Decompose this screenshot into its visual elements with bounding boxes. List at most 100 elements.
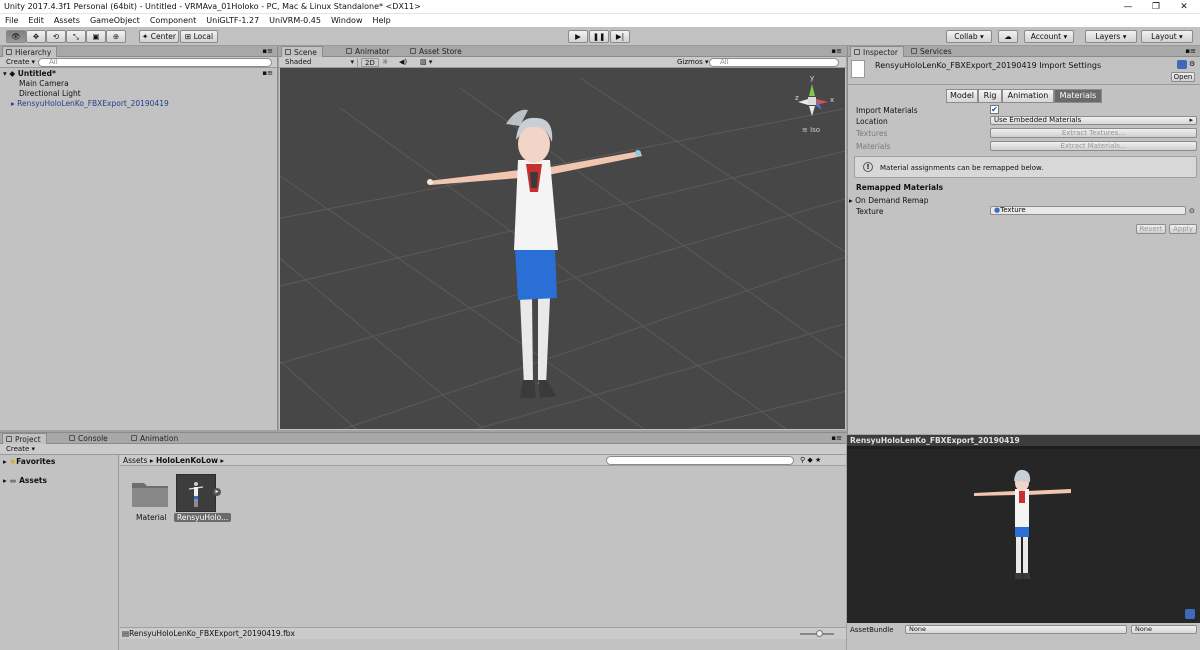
move-tool-button[interactable]: ✥ xyxy=(26,30,46,43)
model-name: RensyuHoloLenKo_FBXExport_20190419 xyxy=(17,99,169,108)
hierarchy-item-main-camera[interactable]: Main Camera xyxy=(19,79,69,88)
lighting-toggle[interactable]: ☼ xyxy=(379,58,391,67)
collab-button[interactable]: Collab ▾ xyxy=(946,30,992,43)
cloud-button[interactable]: ☁ xyxy=(998,30,1018,43)
asset-label-icon[interactable] xyxy=(1185,609,1195,619)
location-dropdown[interactable]: Use Embedded Materials ▸ xyxy=(990,116,1197,125)
close-button[interactable]: ✕ xyxy=(1172,0,1196,14)
preview-viewport[interactable] xyxy=(847,449,1200,629)
import-materials-checkbox[interactable]: ✔ xyxy=(990,105,999,114)
object-picker-icon[interactable]: ⊙ xyxy=(1189,207,1195,215)
menu-help[interactable]: Help xyxy=(367,14,395,27)
shading-dropdown[interactable]: Shaded ▾ xyxy=(282,58,358,67)
pause-button[interactable]: ❚❚ xyxy=(589,30,609,43)
expand-asset-icon[interactable]: ▸ xyxy=(213,488,221,496)
layers-dropdown[interactable]: Layers ▾ xyxy=(1085,30,1137,43)
scene-panel-menu-icon[interactable]: ▪≡ xyxy=(831,47,842,55)
asset-model-thumbnail[interactable] xyxy=(176,474,216,512)
tab-hierarchy[interactable]: Hierarchy xyxy=(2,46,58,57)
pivot-center-button[interactable]: ✦ Center xyxy=(139,30,179,43)
rotate-tool-button[interactable]: ⟲ xyxy=(46,30,66,43)
gizmos-label: Gizmos xyxy=(677,58,703,66)
toggle-2d-button[interactable]: 2D xyxy=(361,58,379,67)
hierarchy-create-button[interactable]: Create ▾ xyxy=(3,58,38,67)
scene-root-row[interactable]: ▾ ◆ Untitled* xyxy=(3,69,56,78)
extract-materials-button[interactable]: Extract Materials... xyxy=(990,141,1197,151)
menu-univrm[interactable]: UniVRM-0.45 xyxy=(264,14,326,27)
revert-button[interactable]: Revert xyxy=(1136,224,1166,234)
tab-inspector[interactable]: Inspector xyxy=(850,46,904,57)
menu-unigltf[interactable]: UniGLTF-1.27 xyxy=(201,14,264,27)
project-panel-menu-icon[interactable]: ▪≡ xyxy=(831,434,842,442)
play-button[interactable]: ▶ xyxy=(568,30,588,43)
menu-assets[interactable]: Assets xyxy=(49,14,85,27)
project-search-input[interactable] xyxy=(606,456,794,465)
tab-asset-store[interactable]: Asset Store xyxy=(407,46,467,57)
menu-file[interactable]: File xyxy=(0,14,23,27)
on-demand-remap-foldout[interactable]: ▸ On Demand Remap xyxy=(849,196,929,205)
inspector-menu-icon[interactable]: ▪≡ xyxy=(1185,47,1196,55)
apply-button[interactable]: Apply xyxy=(1169,224,1197,234)
rect-tool-button[interactable]: ▣ xyxy=(86,30,106,43)
slider-handle[interactable] xyxy=(816,630,823,637)
panel-menu-icon[interactable]: ▪≡ xyxy=(262,47,273,55)
extract-textures-button[interactable]: Extract Textures... xyxy=(990,128,1197,138)
tab-materials[interactable]: Materials xyxy=(1054,89,1102,103)
layout-dropdown[interactable]: Layout ▾ xyxy=(1141,30,1193,43)
scene-viewport[interactable]: y x z ≡ Iso xyxy=(280,68,845,429)
settings-icon[interactable]: ⚙ xyxy=(1189,60,1195,68)
scene-menu-icon[interactable]: ▪≡ xyxy=(262,69,273,77)
image-icon: ▨ xyxy=(420,58,427,66)
menu-window[interactable]: Window xyxy=(326,14,368,27)
texture-value: Texture xyxy=(1000,206,1026,214)
preview-right-leg xyxy=(1023,537,1028,575)
pivot-label: Center xyxy=(150,32,176,41)
transform-tool-button[interactable]: ⊕ xyxy=(106,30,126,43)
hierarchy-item-model[interactable]: ▸ RensyuHoloLenKo_FBXExport_20190419 xyxy=(11,99,169,108)
assetbundle-name-dropdown[interactable]: None xyxy=(905,625,1127,634)
tab-animation-import[interactable]: Animation xyxy=(1002,89,1054,103)
help-icon[interactable] xyxy=(1177,60,1187,69)
account-dropdown[interactable]: Account ▾ xyxy=(1024,30,1074,43)
tab-animator[interactable]: Animator xyxy=(343,46,394,57)
texture-object-field[interactable]: ●Texture xyxy=(990,206,1186,215)
tab-rig[interactable]: Rig xyxy=(978,89,1002,103)
character-model[interactable] xyxy=(280,68,845,429)
assetbundle-variant-dropdown[interactable]: None xyxy=(1131,625,1197,634)
filter-icons[interactable]: ⚲ ◆ ★ xyxy=(800,456,821,464)
gizmos-dropdown[interactable]: Gizmos ▾ xyxy=(674,58,712,67)
scene-tab-icon xyxy=(285,49,291,55)
menu-edit[interactable]: Edit xyxy=(23,14,49,27)
breadcrumb-assets[interactable]: Assets xyxy=(123,456,147,465)
assets-node[interactable]: ▸ ▬ Assets xyxy=(3,476,47,485)
open-button[interactable]: Open xyxy=(1171,72,1195,82)
step-button[interactable]: ▶| xyxy=(610,30,630,43)
menu-component[interactable]: Component xyxy=(145,14,201,27)
menu-gameobject[interactable]: GameObject xyxy=(85,14,145,27)
asset-material-folder[interactable] xyxy=(130,477,170,509)
hierarchy-search-input[interactable]: All xyxy=(38,58,272,67)
scene-search-input[interactable]: All xyxy=(709,58,839,67)
tab-project[interactable]: Project xyxy=(2,433,47,444)
scale-tool-button[interactable]: ⤡ xyxy=(66,30,86,43)
tab-services[interactable]: Services xyxy=(908,46,957,57)
favorites-node[interactable]: ▸ ★Favorites xyxy=(3,457,55,466)
audio-toggle[interactable]: ◀) xyxy=(396,58,410,67)
folder-icon: ▬ xyxy=(9,476,17,485)
tab-scene[interactable]: Scene xyxy=(281,46,323,57)
location-label: Location xyxy=(856,117,888,126)
tab-console[interactable]: Console xyxy=(66,433,113,444)
maximize-button[interactable]: ❐ xyxy=(1144,0,1168,14)
effects-dropdown[interactable]: ▨ ▾ xyxy=(417,58,435,67)
breadcrumb-current[interactable]: HoloLenKoLow xyxy=(156,456,218,465)
axis-gizmo[interactable]: y x z ≡ Iso xyxy=(792,74,834,134)
tab-animation[interactable]: Animation xyxy=(128,433,183,444)
view-tool-button[interactable]: 👁 xyxy=(6,30,26,43)
minimize-button[interactable]: — xyxy=(1116,0,1140,14)
hierarchy-item-directional-light[interactable]: Directional Light xyxy=(19,89,81,98)
pivot-local-button[interactable]: ⊞ Local xyxy=(180,30,218,43)
tab-model[interactable]: Model xyxy=(946,89,978,103)
preview-left-leg xyxy=(1016,537,1021,575)
preview-title: RensyuHoloLenKo_FBXExport_20190419 xyxy=(850,436,1020,445)
project-create-button[interactable]: Create ▾ xyxy=(3,445,38,454)
